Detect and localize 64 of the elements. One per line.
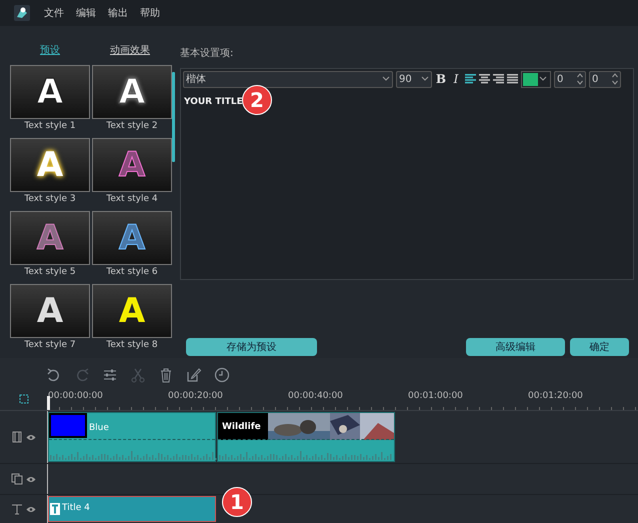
time-label: 00:00:40:00 <box>288 391 343 401</box>
text-style-label: Text style 5 <box>24 266 76 279</box>
text-style-label: Text style 3 <box>24 193 76 206</box>
menu-item[interactable]: 编辑 <box>76 6 96 20</box>
text-style-preview[interactable]: A <box>92 65 172 119</box>
overlay-track-icon <box>11 473 23 485</box>
align-right-icon[interactable] <box>493 74 504 84</box>
italic-button[interactable]: I <box>450 72 462 86</box>
bold-button[interactable]: B <box>435 72 447 86</box>
text-style-label: Text style 6 <box>106 266 158 279</box>
time-label: 00:00:20:00 <box>168 391 223 401</box>
save-button[interactable]: 存储为预设 <box>186 338 317 356</box>
chevron-down-icon <box>382 76 390 82</box>
menu-item[interactable]: 帮助 <box>140 6 160 20</box>
spinner-arrows-icon <box>577 73 583 85</box>
clip-label: Wildlife <box>218 413 268 440</box>
chevron-down-icon <box>421 76 429 82</box>
number-spinner[interactable]: 0 <box>554 70 586 88</box>
title-text: YOUR TITLE <box>184 97 243 107</box>
video-clip[interactable]: Wildlife <box>217 412 395 462</box>
size-dropdown[interactable]: 90 <box>396 70 432 88</box>
number-spinner[interactable]: 0 <box>589 70 621 88</box>
menu-item[interactable]: 文件 <box>44 6 64 20</box>
clock-icon[interactable] <box>214 367 230 383</box>
panel-tab[interactable]: 预设 <box>10 43 90 65</box>
text-style-label: Text style 1 <box>24 120 76 133</box>
time-label: 00:01:00:00 <box>408 391 463 401</box>
text-style-label: Text style 8 <box>106 339 158 352</box>
clip-label: Blue <box>89 423 109 433</box>
eye-icon[interactable] <box>26 506 36 512</box>
delete-icon[interactable] <box>158 367 174 383</box>
color-thumbnail <box>49 413 87 438</box>
text-style-label: Text style 7 <box>24 339 76 352</box>
app-logo-icon[interactable] <box>14 5 30 21</box>
align-center-icon[interactable] <box>479 74 490 84</box>
video-track-icon <box>11 431 23 443</box>
text-style-preview[interactable]: A <box>10 284 90 338</box>
time-label: 00:00:00:00 <box>48 391 103 401</box>
color-picker[interactable] <box>521 70 551 88</box>
text-clip-icon <box>50 503 60 515</box>
panel-tab[interactable]: 动画效果 <box>90 43 170 65</box>
snap-icon[interactable] <box>18 394 28 404</box>
ok-button[interactable]: 确定 <box>570 338 629 356</box>
eye-icon[interactable] <box>26 434 36 440</box>
align-left-icon[interactable] <box>465 74 476 84</box>
spinner-arrows-icon <box>612 73 618 85</box>
text-style-preview[interactable]: A <box>92 284 172 338</box>
undo-icon[interactable] <box>46 367 62 383</box>
eye-icon[interactable] <box>26 476 36 482</box>
clip-label: Title 4 <box>62 503 90 513</box>
section-label: 基本设置项: <box>180 46 234 61</box>
text-style-label: Text style 2 <box>106 120 158 133</box>
text-track-icon <box>11 503 23 515</box>
text-style-label: Text style 4 <box>106 193 158 206</box>
font-dropdown[interactable]: 楷体 <box>183 70 393 88</box>
chevron-down-icon <box>539 76 547 82</box>
time-label: 00:01:20:00 <box>528 391 583 401</box>
adjust-icon[interactable] <box>102 367 118 383</box>
menu-item[interactable]: 输出 <box>108 6 128 20</box>
text-style-preview[interactable]: A <box>10 138 90 192</box>
scrollbar-thumb[interactable] <box>172 72 175 162</box>
edit-icon[interactable] <box>186 367 202 383</box>
align-justify-icon[interactable] <box>507 74 518 84</box>
advanced-button[interactable]: 高级编辑 <box>466 338 565 356</box>
